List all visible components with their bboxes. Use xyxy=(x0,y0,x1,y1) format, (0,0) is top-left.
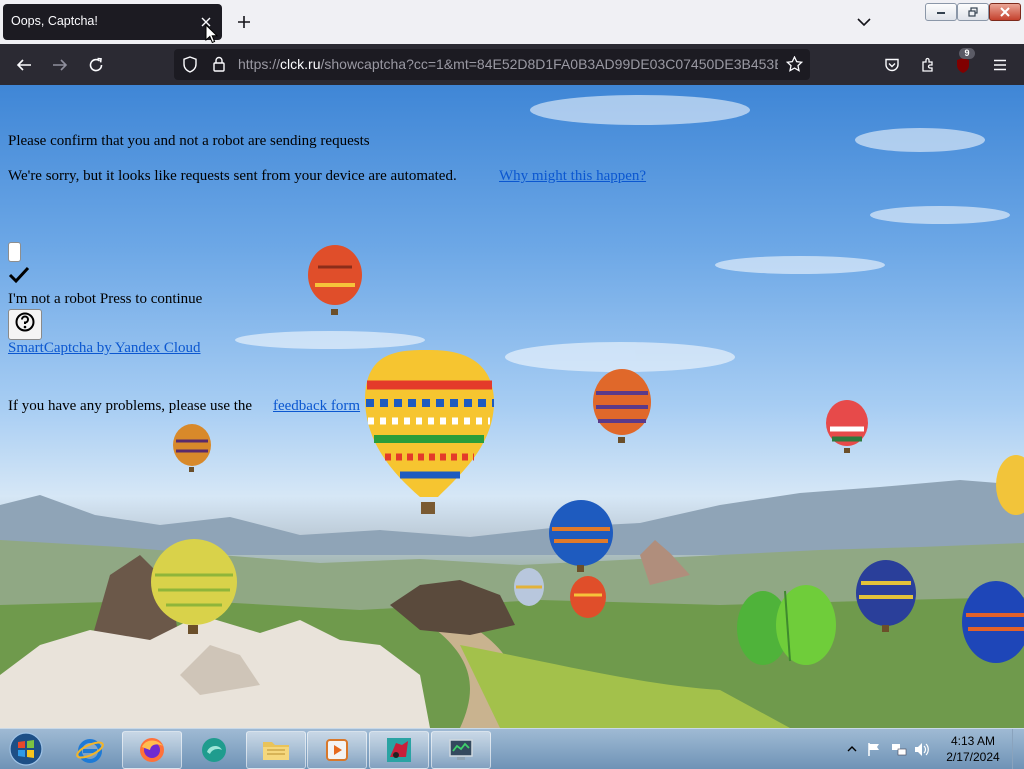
game-app-icon xyxy=(387,738,411,762)
new-tab-icon[interactable] xyxy=(232,10,256,34)
question-icon xyxy=(15,312,35,337)
close-window-button[interactable] xyxy=(989,3,1021,21)
show-desktop-button[interactable] xyxy=(1012,729,1024,769)
smartcaptcha-link[interactable]: SmartCaptcha by Yandex Cloud xyxy=(8,340,201,357)
url-host: clck.ru xyxy=(280,56,321,72)
feedback-link[interactable]: feedback form xyxy=(273,398,360,415)
shield-icon[interactable] xyxy=(182,56,198,78)
taskbar: 4:13 AM 2/17/2024 xyxy=(0,728,1024,769)
taskbar-firefox[interactable] xyxy=(122,731,182,769)
media-player-icon xyxy=(326,739,348,761)
taskbar-file-explorer[interactable] xyxy=(246,731,306,769)
url-text[interactable]: https://clck.ru/showcaptcha?cc=1&mt=84E5… xyxy=(238,56,778,72)
ublock-extension-icon[interactable]: 9 xyxy=(950,48,976,78)
taskbar-network-app[interactable] xyxy=(431,731,491,769)
clock-time: 4:13 AM xyxy=(950,734,996,748)
reload-icon[interactable] xyxy=(83,52,109,78)
restore-button[interactable] xyxy=(957,3,989,21)
problems-text: If you have any problems, please use the xyxy=(8,398,253,414)
mouse-cursor-icon xyxy=(205,23,219,49)
network-monitor-icon xyxy=(449,739,473,760)
navigation-toolbar: https://clck.ru/showcaptcha?cc=1&mt=84E5… xyxy=(0,44,1024,85)
help-button[interactable] xyxy=(8,309,42,340)
firefox-icon xyxy=(140,738,164,762)
internet-explorer-icon xyxy=(76,739,104,763)
checkmark-icon[interactable] xyxy=(8,265,30,285)
minimize-button[interactable] xyxy=(925,3,957,21)
action-center-flag-icon[interactable] xyxy=(866,741,882,757)
hamburger-menu-icon[interactable] xyxy=(987,52,1013,78)
not-robot-label[interactable]: I'm not a robot Press to continue xyxy=(8,291,202,308)
tab-bar: Oops, Captcha! xyxy=(0,0,1024,44)
taskbar-media-player[interactable] xyxy=(307,731,367,769)
bookmark-star-icon[interactable] xyxy=(785,55,804,77)
folder-icon xyxy=(263,742,289,760)
taskbar-browser-app[interactable] xyxy=(184,731,244,769)
windows-logo-icon xyxy=(9,732,43,766)
clock-date: 2/17/2024 xyxy=(946,750,1000,764)
page-heading: Please confirm that you and not a robot … xyxy=(8,133,370,149)
taskbar-game-app[interactable] xyxy=(369,731,429,769)
tray-expand-icon[interactable] xyxy=(844,741,860,757)
extensions-icon[interactable] xyxy=(915,52,941,78)
system-clock[interactable]: 4:13 AM 2/17/2024 xyxy=(936,733,1010,765)
taskbar-internet-explorer[interactable] xyxy=(60,731,120,769)
sorry-text: We're sorry, but it looks like requests … xyxy=(8,168,457,184)
url-scheme: https:// xyxy=(238,56,281,72)
address-bar[interactable]: https://clck.ru/showcaptcha?cc=1&mt=84E5… xyxy=(174,49,810,80)
tab-title: Oops, Captcha! xyxy=(11,14,98,28)
network-icon[interactable] xyxy=(891,741,907,757)
browser-app-icon xyxy=(202,738,226,762)
tab-active[interactable]: Oops, Captcha! xyxy=(3,4,222,40)
chevron-down-icon[interactable] xyxy=(852,10,876,34)
forward-arrow-icon[interactable] xyxy=(47,52,73,78)
extension-badge: 9 xyxy=(959,48,975,59)
back-arrow-icon[interactable] xyxy=(11,52,37,78)
start-button[interactable] xyxy=(6,731,46,767)
why-link[interactable]: Why might this happen? xyxy=(499,168,646,185)
pocket-icon[interactable] xyxy=(879,52,905,78)
page-content: Please confirm that you and not a robot … xyxy=(0,85,1024,728)
lock-icon[interactable] xyxy=(212,56,226,77)
url-path: /showcaptcha?cc=1&mt=84E52D8D1FA0B3AD99D… xyxy=(320,56,778,72)
volume-icon[interactable] xyxy=(914,741,930,757)
robot-checkbox[interactable] xyxy=(8,242,21,262)
